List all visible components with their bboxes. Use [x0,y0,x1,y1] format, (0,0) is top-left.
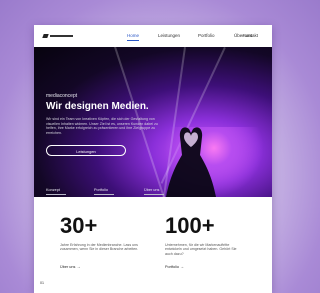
hero-section: mediaconcept Wir designen Medien. Wir si… [34,47,272,197]
nav-portfolio[interactable]: Portfolio [198,32,215,40]
stat-link-ueber-uns[interactable]: Über uns → [60,264,80,269]
arrow-right-icon: → [180,264,184,269]
stat-link-label: Portfolio [165,265,179,269]
stat-number-years: 30+ [60,213,98,238]
hero-title: Wir designen Medien. [46,101,149,112]
stat-text-companies: Unternehmen, für die wir Markenauftritte… [165,243,237,256]
nav-leistungen[interactable]: Leistungen [158,32,180,40]
hero-link-konzept[interactable]: Konzept [46,188,66,194]
stat-link-portfolio[interactable]: Portfolio → [165,264,184,269]
stat-number-companies: 100+ [165,213,215,238]
mediaconcept-logo[interactable] [42,33,73,39]
stat-text-years: Jahre Erfahrung in der Medienbranche. La… [60,243,139,252]
stat-link-label: Über uns [60,265,76,269]
hero-link-portfolio[interactable]: Portfolio [94,188,114,194]
arrow-right-icon: → [76,264,81,269]
leistungen-button[interactable]: Leistungen [46,145,126,156]
logo-wordmark [50,35,73,37]
navigation-bar: Home Leistungen Portfolio Über uns Konta… [34,25,272,47]
logo-mark-icon [42,34,49,38]
nav-home[interactable]: Home [127,32,140,41]
stats-section: 30+ Jahre Erfahrung in der Medienbranche… [34,197,272,293]
nav-kontakt[interactable]: Kontakt [243,32,258,40]
hero-kicker: mediaconcept [46,93,78,99]
hero-link-ueber-uns[interactable]: Über uns [144,188,164,194]
hero-description: Wir sind ein Team von kreativen Köpfen, … [46,117,158,135]
page-number: 01 [40,281,44,285]
browser-frame: Home Leistungen Portfolio Über uns Konta… [34,25,272,293]
